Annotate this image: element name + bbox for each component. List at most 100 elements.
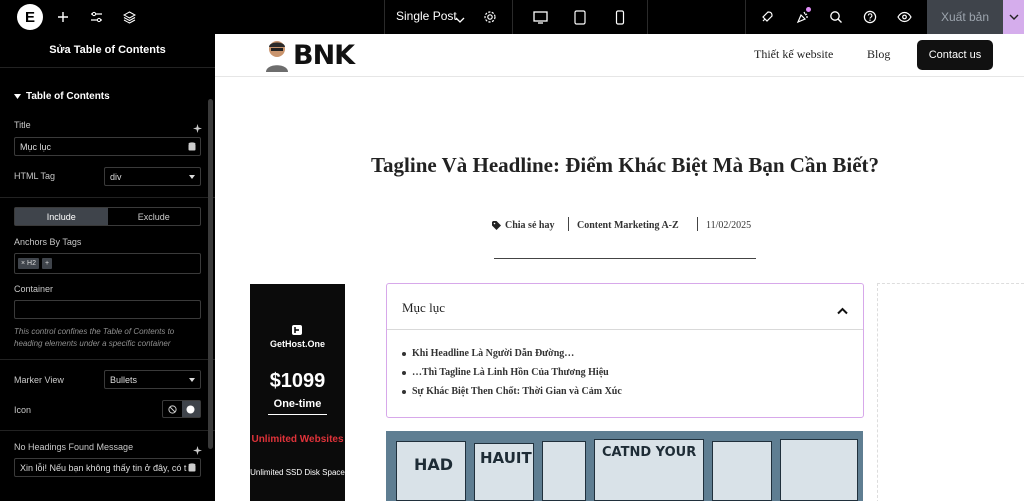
- separator: [647, 0, 648, 34]
- dynamic-tags-icon[interactable]: [188, 463, 196, 474]
- separator: [745, 0, 746, 34]
- image-text: HAUIT: [480, 449, 532, 467]
- container-note: This control confines the Table of Conte…: [14, 327, 175, 348]
- category-label: Chia sẻ hay: [505, 220, 555, 231]
- select-arrow-icon: [189, 378, 195, 382]
- table-of-contents: Mục lục Khi Headline Là Người Dẫn Đường……: [386, 283, 864, 418]
- html-tag-value: div: [110, 171, 122, 182]
- container-label: Container: [14, 284, 54, 294]
- page-settings-gear-icon[interactable]: [479, 6, 501, 28]
- ban-icon: [168, 404, 177, 414]
- nav-link-website-design[interactable]: Thiết kế website: [754, 47, 833, 62]
- divider: [0, 67, 215, 68]
- marker-view-value: Bullets: [110, 374, 138, 385]
- preview-eye-icon[interactable]: [893, 6, 915, 28]
- site-logo[interactable]: BNK: [263, 38, 355, 72]
- anchor-tag-h2[interactable]: × H2: [18, 258, 39, 269]
- circle-icon-option[interactable]: [181, 401, 200, 417]
- tag-icon: [492, 221, 501, 230]
- image-text: HAD: [414, 455, 454, 474]
- anchors-tag-input[interactable]: × H2 +: [14, 253, 201, 274]
- chevron-down-icon: [1009, 14, 1018, 20]
- search-icon[interactable]: [825, 6, 847, 28]
- toc-item[interactable]: …Thì Tagline Là Linh Hồn Của Thương Hiệu: [402, 363, 622, 382]
- meta-separator: [697, 217, 698, 231]
- caret-down-icon: [14, 94, 21, 99]
- help-icon[interactable]: [859, 6, 881, 28]
- anchor-tag-label: H2: [27, 260, 36, 267]
- preview-canvas: BNK Thiết kế website Blog Contact us Tag…: [215, 34, 1024, 501]
- ad-divider: [268, 414, 327, 415]
- section-toggle-toc[interactable]: Table of Contents: [14, 91, 110, 102]
- site-header: BNK Thiết kế website Blog Contact us: [215, 34, 1024, 77]
- toc-item[interactable]: Sự Khác Biệt Then Chốt: Thời Gian và Cảm…: [402, 382, 622, 401]
- panel-scrollbar[interactable]: [208, 99, 213, 449]
- toc-title: Mục lục: [402, 300, 445, 315]
- no-headings-input[interactable]: Xin lỗi! Nếu bạn không thấy tin ở đây, c…: [14, 458, 201, 477]
- ad-disk: Unlimited SSD Disk Space: [250, 468, 345, 477]
- ad-banner[interactable]: GetHost.One $1099 One-time Unlimited Web…: [250, 284, 345, 501]
- tab-include[interactable]: Include: [15, 208, 108, 225]
- featured-image: HAD HAUIT CATND YOUR: [386, 431, 863, 501]
- tablet-view-icon[interactable]: [569, 6, 591, 28]
- ad-price: $1099: [269, 370, 326, 392]
- notification-dot: [806, 7, 811, 12]
- section-title: Table of Contents: [26, 91, 110, 102]
- rocket-icon[interactable]: [756, 6, 778, 28]
- tab-exclude[interactable]: Exclude: [108, 208, 201, 225]
- chevron-up-icon[interactable]: [837, 302, 848, 320]
- title-divider: [494, 258, 756, 259]
- title-input-value: Mục lục: [20, 141, 52, 152]
- no-headings-value: Xin lỗi! Nếu bạn không thấy tin ở đây, c…: [20, 462, 187, 473]
- title-label: Title: [14, 120, 31, 130]
- marker-view-select[interactable]: Bullets: [104, 370, 201, 389]
- nav-link-blog[interactable]: Blog: [867, 47, 890, 62]
- post-title: Tagline Và Headline: Điểm Khác Biệt Mà B…: [370, 153, 880, 177]
- select-arrow-icon: [189, 175, 195, 179]
- empty-column: [877, 283, 1024, 501]
- post-tag[interactable]: Content Marketing A-Z: [577, 220, 679, 231]
- icon-label: Icon: [14, 405, 32, 415]
- dynamic-tags-icon[interactable]: [188, 142, 196, 153]
- elementor-logo-icon[interactable]: E: [17, 4, 43, 30]
- add-element-icon[interactable]: [52, 6, 74, 28]
- structure-layers-icon[interactable]: [118, 6, 140, 28]
- toc-item[interactable]: Khi Headline Là Người Dẫn Đường…: [402, 344, 622, 363]
- separator: [512, 0, 513, 34]
- publish-options-button[interactable]: [1003, 0, 1024, 34]
- widget-settings-panel: Sửa Table of Contents Table of Contents …: [0, 34, 215, 501]
- no-headings-label: No Headings Found Message: [14, 442, 134, 452]
- chevron-down-icon[interactable]: [455, 11, 465, 29]
- title-input[interactable]: Mục lục: [14, 137, 201, 156]
- html-tag-select[interactable]: div: [104, 167, 201, 186]
- page-selector[interactable]: Single Post: [396, 9, 457, 23]
- add-tag-button[interactable]: +: [42, 258, 53, 269]
- publish-button[interactable]: Xuất bản: [927, 0, 1003, 34]
- site-settings-icon[interactable]: [85, 6, 107, 28]
- divider: [0, 359, 215, 360]
- panel-title: Sửa Table of Contents: [49, 44, 166, 56]
- circle-icon: [186, 405, 195, 413]
- toc-header[interactable]: Mục lục: [387, 284, 863, 330]
- html-tag-label: HTML Tag: [14, 171, 56, 181]
- image-text: CATND YOUR: [602, 445, 697, 460]
- include-exclude-tabs: Include Exclude: [14, 207, 201, 226]
- toc-list: Khi Headline Là Người Dẫn Đường… …Thì Ta…: [402, 344, 622, 401]
- post-category[interactable]: Chia sẻ hay: [492, 220, 554, 231]
- post-date: 11/02/2025: [706, 220, 752, 231]
- image-panel: [780, 439, 858, 501]
- container-input[interactable]: [14, 300, 201, 319]
- image-panel: [712, 441, 772, 501]
- ad-unlimited: Unlimited Websites: [251, 434, 344, 445]
- desktop-view-icon[interactable]: [529, 6, 551, 28]
- ad-onetime: One-time: [273, 398, 322, 410]
- logo-text: BNK: [293, 39, 355, 71]
- no-icon-option[interactable]: [163, 401, 182, 417]
- ai-sparkle-icon[interactable]: [193, 120, 202, 138]
- image-panel: [542, 441, 586, 501]
- contact-button[interactable]: Contact us: [917, 40, 993, 70]
- avatar: [263, 38, 291, 72]
- icon-choice-switch: [162, 400, 201, 418]
- divider: [0, 197, 215, 198]
- mobile-view-icon[interactable]: [609, 6, 631, 28]
